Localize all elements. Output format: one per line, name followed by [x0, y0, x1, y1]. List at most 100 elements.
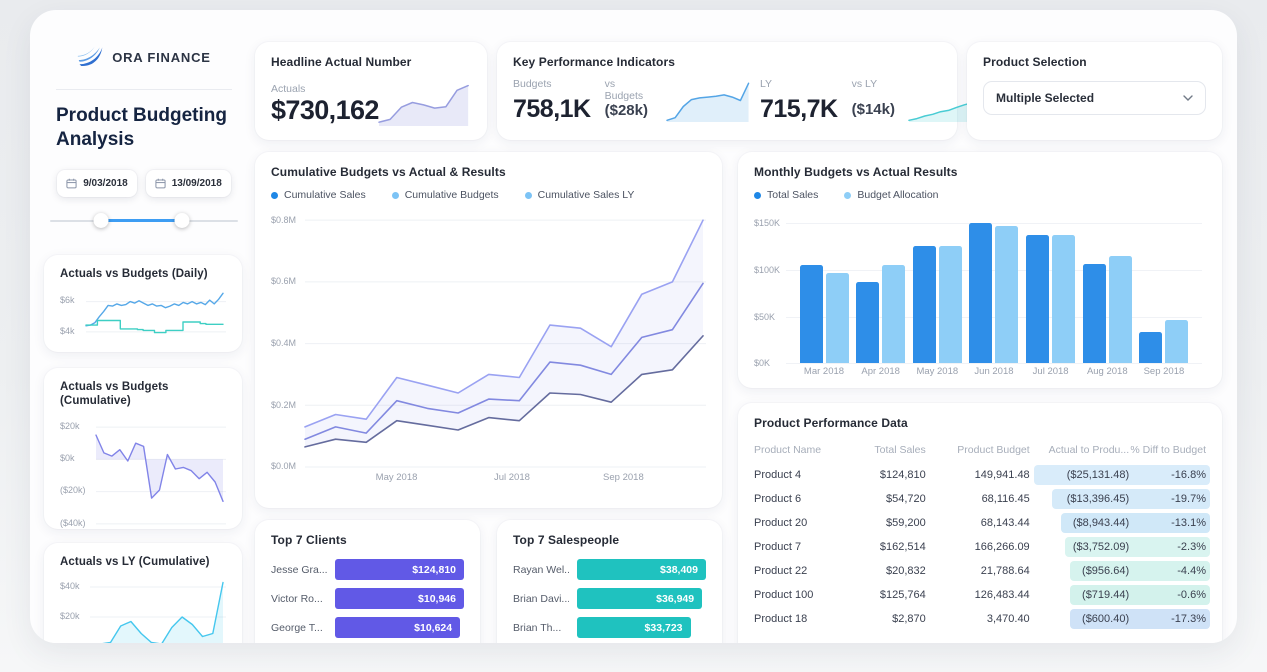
top-clients-bar-list: Jesse Gra...$124,810Victor Ro...$10,946G… [271, 559, 464, 643]
cell-product-name: Product 7 [754, 541, 849, 553]
legend-item[interactable]: Cumulative Sales LY [525, 189, 635, 201]
bar-budget-allocation[interactable] [1165, 320, 1188, 363]
card-actuals-vs-budgets-cumulative: Actuals vs Budgets (Cumulative) $20k$0k(… [44, 368, 242, 529]
cell-total-sales: $20,832 [849, 565, 926, 577]
cell-product-budget: 3,470.40 [926, 613, 1030, 625]
legend-item[interactable]: Cumulative Sales [271, 189, 366, 201]
card-monthly-budgets-vs-actual: Monthly Budgets vs Actual Results Total … [738, 152, 1222, 388]
sidebar-divider [56, 89, 232, 90]
top-salespeople-bar-list: Rayan Wel...$38,409Brian Davi...$36,949B… [513, 559, 706, 643]
legend-label: Cumulative Budgets [405, 189, 499, 201]
table-row[interactable]: Product 100$125,764126,483.44($719.44)-0… [754, 583, 1206, 607]
value-bar[interactable]: $33,723 [577, 617, 691, 638]
table-row[interactable]: Product 4$124,810149,941.48($25,131.48)-… [754, 463, 1206, 487]
cell-product-name: Product 20 [754, 517, 849, 529]
bar-track: $10,946 [335, 588, 464, 609]
item-name: Rayan Wel... [513, 564, 569, 576]
table-row[interactable]: Product 20$59,20068,143.44($8,943.44)-13… [754, 511, 1206, 535]
bar-track: $33,723 [577, 617, 706, 638]
date-end-button[interactable]: 13/09/2018 [146, 170, 231, 197]
cell-actual-to-budget: ($719.44) [1030, 589, 1129, 601]
x-category-label: Jul 2018 [1025, 366, 1077, 377]
cell-actual-to-budget: ($600.40) [1030, 613, 1129, 625]
slider-handle-start[interactable] [93, 213, 108, 228]
legend-item[interactable]: Cumulative Budgets [392, 189, 499, 201]
card-cumulative-budgets-vs-actual: Cumulative Budgets vs Actual & Results C… [255, 152, 722, 508]
cell-diff-to-budget: -4.4% [1129, 565, 1206, 577]
card-title: Top 7 Salespeople [513, 533, 706, 547]
value-bar[interactable]: $36,949 [577, 588, 702, 609]
bar-categories: Mar 2018Apr 2018May 2018Jun 2018Jul 2018… [786, 366, 1202, 377]
kpi-value: 758,1K [513, 97, 591, 122]
brand-logo: ORA FINANCE [44, 44, 244, 71]
date-start-button[interactable]: 9/03/2018 [57, 170, 137, 197]
card-product-performance-data: Product Performance Data Product NameTot… [738, 403, 1222, 643]
bar-groups [786, 209, 1202, 363]
table-row[interactable]: Product 18$2,8703,470.40($600.40)-17.3% [754, 607, 1206, 631]
legend-label: Cumulative Sales LY [538, 189, 635, 201]
table-row[interactable]: Product 6$54,72068,116.45($13,396.45)-19… [754, 487, 1206, 511]
list-item: Rayan Wel... $38,409 [513, 559, 706, 580]
cell-product-budget: 68,116.45 [926, 493, 1030, 505]
gridline [786, 363, 1202, 364]
budgets-sparkline [667, 76, 752, 122]
bar-total-sales[interactable] [1139, 332, 1162, 364]
legend-dot [392, 192, 399, 199]
product-performance-table: Product NameTotal SalesProduct BudgetAct… [754, 436, 1206, 631]
bar-total-sales[interactable] [856, 282, 879, 363]
calendar-icon [155, 178, 166, 189]
kpi-vs-label: vs Budgets [605, 78, 654, 102]
bar-total-sales[interactable] [1083, 264, 1106, 364]
kpi-value: 715,7K [760, 97, 838, 122]
list-item: Victor Ro...$10,946 [271, 588, 464, 609]
cell-actual-to-budget: ($3,752.09) [1030, 541, 1129, 553]
bar-budget-allocation[interactable] [995, 226, 1018, 363]
bar-group [798, 209, 850, 363]
legend-item[interactable]: Total Sales [754, 189, 818, 201]
monthly-bar-chart: $150K$100K$50K$0KMar 2018Apr 2018May 201… [754, 209, 1206, 379]
legend-item[interactable]: Budget Allocation [844, 189, 938, 201]
table-row[interactable]: Product 7$162,514166,266.09($3,752.09)-2… [754, 535, 1206, 559]
card-key-performance-indicators: Key Performance Indicators Budgets 758,1… [497, 42, 957, 140]
brand-name: ORA FINANCE [112, 50, 211, 65]
x-tick-label: Jul 2018 [494, 472, 530, 483]
bar-budget-allocation[interactable] [1109, 256, 1132, 363]
bar-track: $36,949 [577, 588, 706, 609]
table-header-cell: Actual to Produ... [1030, 444, 1129, 456]
cell-actual-to-budget: ($8,943.44) [1030, 517, 1129, 529]
card-title: Actuals vs LY (Cumulative) [60, 556, 226, 570]
card-top-7-clients: Top 7 Clients Jesse Gra...$124,810Victor… [255, 520, 480, 643]
cell-total-sales: $54,720 [849, 493, 926, 505]
product-selection-value: Multiple Selected [996, 91, 1094, 105]
bar-budget-allocation[interactable] [1052, 235, 1075, 364]
ora-finance-logo-icon [77, 44, 104, 71]
x-tick-label: May 2018 [376, 472, 418, 483]
cell-diff-to-budget: -13.1% [1129, 517, 1206, 529]
table-row[interactable]: Product 22$20,83221,788.64($956.64)-4.4% [754, 559, 1206, 583]
bar-total-sales[interactable] [1026, 235, 1049, 364]
bar-budget-allocation[interactable] [826, 273, 849, 364]
item-name: Brian Davi... [513, 593, 569, 605]
bar-total-sales[interactable] [800, 265, 823, 363]
cell-product-budget: 149,941.48 [926, 469, 1030, 481]
bar-total-sales[interactable] [969, 223, 992, 363]
bar-budget-allocation[interactable] [882, 265, 905, 363]
bar-track: $10,624 [335, 617, 464, 638]
product-selection-dropdown[interactable]: Multiple Selected [983, 81, 1206, 115]
value-bar[interactable]: $124,810 [335, 559, 464, 580]
bar-total-sales[interactable] [913, 246, 936, 364]
x-category-label: Sep 2018 [1138, 366, 1190, 377]
kpi-vs-value: ($14k) [852, 101, 895, 122]
slider-handle-end[interactable] [174, 213, 189, 228]
chart-canvas [60, 575, 226, 643]
legend-dot [525, 192, 532, 199]
bar-group [911, 209, 963, 363]
value-bar[interactable]: $10,624 [335, 617, 460, 638]
bar-budget-allocation[interactable] [939, 246, 962, 364]
item-name: George T... [271, 622, 327, 634]
value-bar[interactable]: $10,946 [335, 588, 464, 609]
date-range-slider[interactable] [50, 213, 238, 228]
chart-canvas [667, 76, 752, 122]
cumulative-small-line-chart: $20k$0k($20k)($40k) [60, 416, 226, 532]
value-bar[interactable]: $38,409 [577, 559, 706, 580]
